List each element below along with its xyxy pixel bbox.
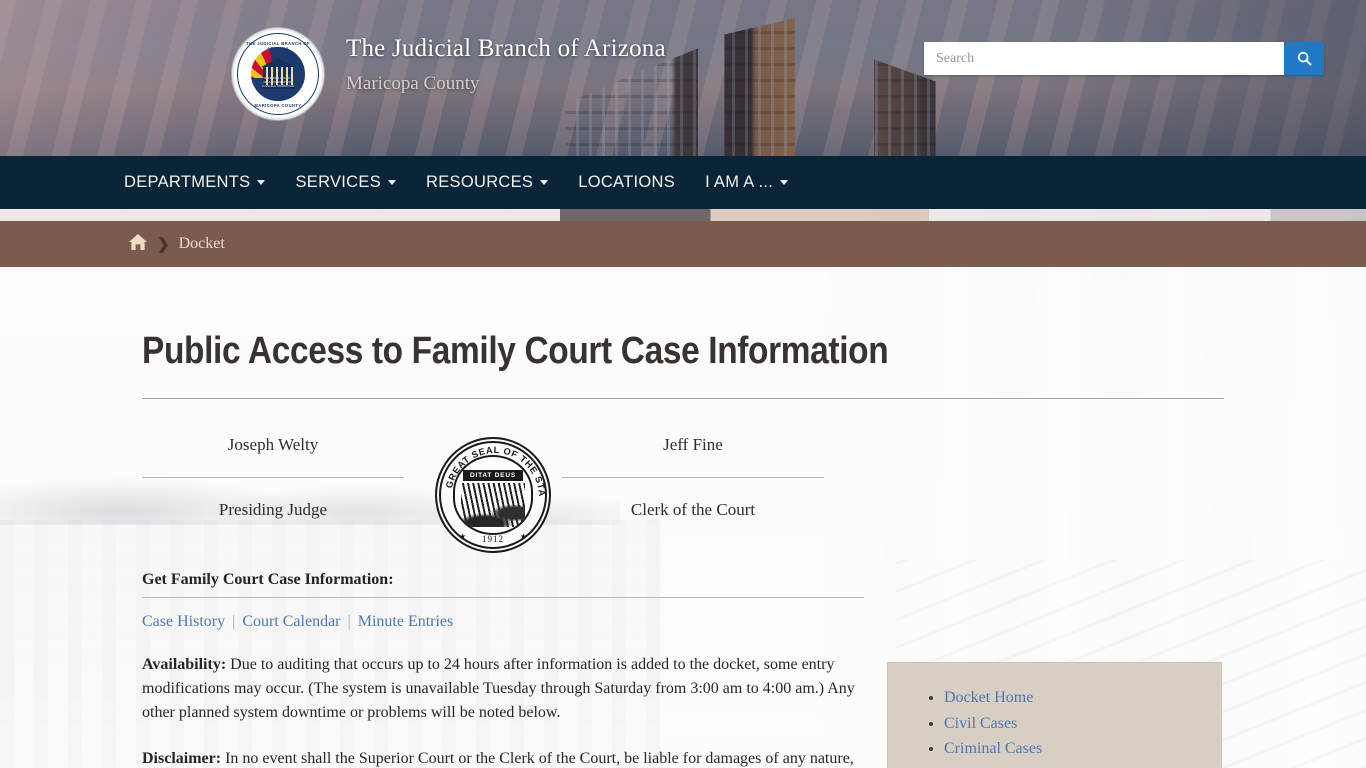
chevron-down-icon — [388, 180, 397, 185]
disclaimer-paragraph: Disclaimer: In no event shall the Superi… — [142, 747, 864, 768]
availability-label: Availability: — [142, 655, 227, 673]
seal-shield: DITAT DEUS — [453, 454, 533, 535]
official-role: Clerk of the Court — [630, 499, 756, 519]
seal-landscape-scene — [461, 482, 525, 527]
breadcrumb-separator-icon: ❯ — [157, 236, 170, 253]
nav-item-label: SERVICES — [295, 173, 382, 191]
seal-year: 1912 — [482, 533, 504, 544]
official-clerk-of-court: Jeff Fine Clerk of the Court — [562, 435, 824, 520]
link-separator: | — [232, 612, 236, 630]
list-item: Civil Cases — [944, 715, 1221, 733]
link-case-history[interactable]: Case History — [142, 613, 225, 630]
logo-outer-ring: SUPERIOR COURT · ADULT PROBATION · JUVEN… — [237, 33, 319, 115]
site-title-block: The Judicial Branch of Arizona Maricopa … — [346, 35, 666, 95]
search-icon — [1297, 51, 1311, 66]
chevron-down-icon — [780, 180, 789, 185]
docket-sidebar: Docket Home Civil Cases Criminal Cases F… — [887, 662, 1222, 768]
page-root: SUPERIOR COURT · ADULT PROBATION · JUVEN… — [0, 0, 1366, 768]
link-separator: | — [347, 612, 351, 630]
official-role: Presiding Judge — [218, 499, 328, 519]
site-search[interactable] — [924, 42, 1324, 75]
official-presiding-judge: Joseph Welty Presiding Judge — [142, 435, 404, 520]
availability-text: Due to auditing that occurs up to 24 hou… — [142, 655, 855, 721]
official-name: Joseph Welty — [227, 434, 319, 454]
nav-item-label: I AM A ... — [705, 173, 774, 191]
breadcrumb-current[interactable]: Docket — [179, 235, 225, 253]
section-heading: Get Family Court Case Information: — [142, 570, 394, 588]
seal-motto: DITAT DEUS — [463, 469, 523, 481]
chevron-down-icon — [257, 180, 266, 185]
logo-ring-text-top: THE JUDICIAL BRANCH OF ARIZONA — [246, 41, 310, 51]
sidebar-item-civil-cases[interactable]: Civil Cases — [944, 715, 1017, 732]
disclaimer-label: Disclaimer: — [142, 749, 222, 767]
site-hero-banner: SUPERIOR COURT · ADULT PROBATION · JUVEN… — [0, 0, 1366, 156]
court-officials-block: Joseph Welty Presiding Judge GREAT SEAL … — [142, 431, 864, 563]
official-divider — [142, 476, 404, 478]
sidebar-item-docket-home[interactable]: Docket Home — [944, 689, 1033, 706]
search-input[interactable] — [924, 42, 1284, 75]
home-icon[interactable] — [128, 233, 148, 256]
quick-links-row: Case History | Court Calendar | Minute E… — [142, 613, 864, 631]
link-minute-entries[interactable]: Minute Entries — [358, 613, 454, 630]
section-heading-divider — [142, 596, 864, 598]
content-column: Public Access to Family Court Case Infor… — [142, 307, 1224, 768]
sidebar-list: Docket Home Civil Cases Criminal Cases F… — [888, 689, 1221, 768]
official-divider — [562, 476, 824, 478]
site-logo-seal[interactable]: SUPERIOR COURT · ADULT PROBATION · JUVEN… — [232, 28, 324, 120]
nav-item-services[interactable]: SERVICES — [295, 173, 397, 192]
breadcrumb: ❯ Docket — [0, 221, 1366, 267]
nav-item-departments[interactable]: DEPARTMENTS — [124, 173, 266, 192]
availability-paragraph: Availability: Due to auditing that occur… — [142, 653, 864, 725]
nav-item-label: RESOURCES — [426, 173, 534, 191]
site-subtitle: Maricopa County — [346, 72, 480, 94]
page-title-divider — [142, 397, 1224, 399]
nav-item-resources[interactable]: RESOURCES — [426, 173, 549, 192]
page-title: Public Access to Family Court Case Infor… — [142, 330, 889, 373]
official-name: Jeff Fine — [663, 434, 723, 454]
list-item: Docket Home — [944, 689, 1221, 707]
search-submit-button[interactable] — [1284, 42, 1324, 75]
disclaimer-text: In no event shall the Superior Court or … — [225, 749, 854, 767]
logo-inner-lines: SUPERIOR COURT · ADULT PROBATION · JUVEN… — [261, 76, 295, 88]
nav-item-locations[interactable]: LOCATIONS — [578, 173, 675, 192]
list-item: Criminal Cases — [944, 740, 1221, 758]
sidebar-item-criminal-cases[interactable]: Criminal Cases — [944, 740, 1042, 757]
arizona-state-seal-icon: GREAT SEAL OF THE STATE OF ARIZONA DITAT… — [433, 431, 551, 553]
nav-item-label: DEPARTMENTS — [124, 173, 251, 191]
chevron-down-icon — [540, 180, 549, 185]
link-court-calendar[interactable]: Court Calendar — [242, 613, 340, 630]
main-navigation: DEPARTMENTS SERVICES RESOURCES LOCATIONS… — [0, 156, 1366, 209]
nav-item-i-am-a[interactable]: I AM A ... — [705, 173, 789, 192]
nav-item-label: LOCATIONS — [578, 173, 676, 191]
site-title: The Judicial Branch of Arizona — [346, 35, 666, 62]
logo-ring-text-bottom: MARICOPA COUNTY — [254, 103, 302, 108]
hero-photo-strip — [0, 209, 1366, 221]
